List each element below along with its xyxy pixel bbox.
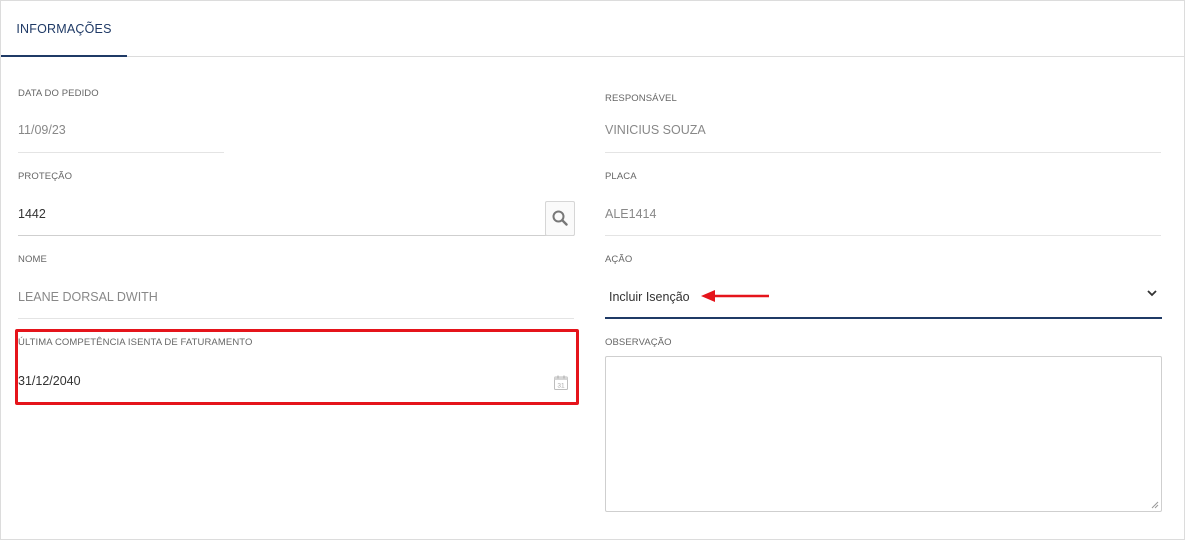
responsavel-value: VINICIUS SOUZA <box>605 123 706 137</box>
tab-label: INFORMAÇÕES <box>16 22 112 36</box>
resize-grip-icon[interactable] <box>1151 501 1159 509</box>
acao-select-underline <box>605 317 1162 319</box>
protecao-label: PROTEÇÃO <box>18 171 73 182</box>
search-icon <box>552 210 568 226</box>
tab-informacoes[interactable]: INFORMAÇÕES <box>1 1 127 57</box>
data-do-pedido-label: DATA DO PEDIDO <box>18 88 99 99</box>
placa-label: PLACA <box>605 171 637 182</box>
placa-value: ALE1414 <box>605 207 657 221</box>
data-do-pedido-underline <box>18 152 224 153</box>
observacao-label: OBSERVAÇÃO <box>605 337 672 348</box>
search-button[interactable] <box>545 201 575 236</box>
data-do-pedido-value: 11/09/23 <box>18 123 66 137</box>
protecao-input[interactable]: 1442 <box>18 207 46 221</box>
active-tab-indicator <box>1 55 127 57</box>
observacao-textarea[interactable] <box>605 356 1162 512</box>
placa-underline <box>605 235 1161 236</box>
highlight-box <box>15 329 579 405</box>
form-panel: INFORMAÇÕES DATA DO PEDIDO 11/09/23 PROT… <box>0 0 1185 540</box>
responsavel-label: RESPONSÁVEL <box>605 93 677 104</box>
acao-label: AÇÃO <box>605 254 633 265</box>
annotation-arrow <box>701 290 769 302</box>
tab-bar: INFORMAÇÕES <box>1 1 1184 57</box>
acao-select-value[interactable]: Incluir Isenção <box>609 290 690 304</box>
chevron-down-icon[interactable] <box>1146 287 1158 299</box>
nome-value: LEANE DORSAL DWITH <box>18 290 158 304</box>
responsavel-underline <box>605 152 1161 153</box>
nome-label: NOME <box>18 254 47 265</box>
protecao-underline <box>18 235 574 236</box>
nome-underline <box>18 318 574 319</box>
